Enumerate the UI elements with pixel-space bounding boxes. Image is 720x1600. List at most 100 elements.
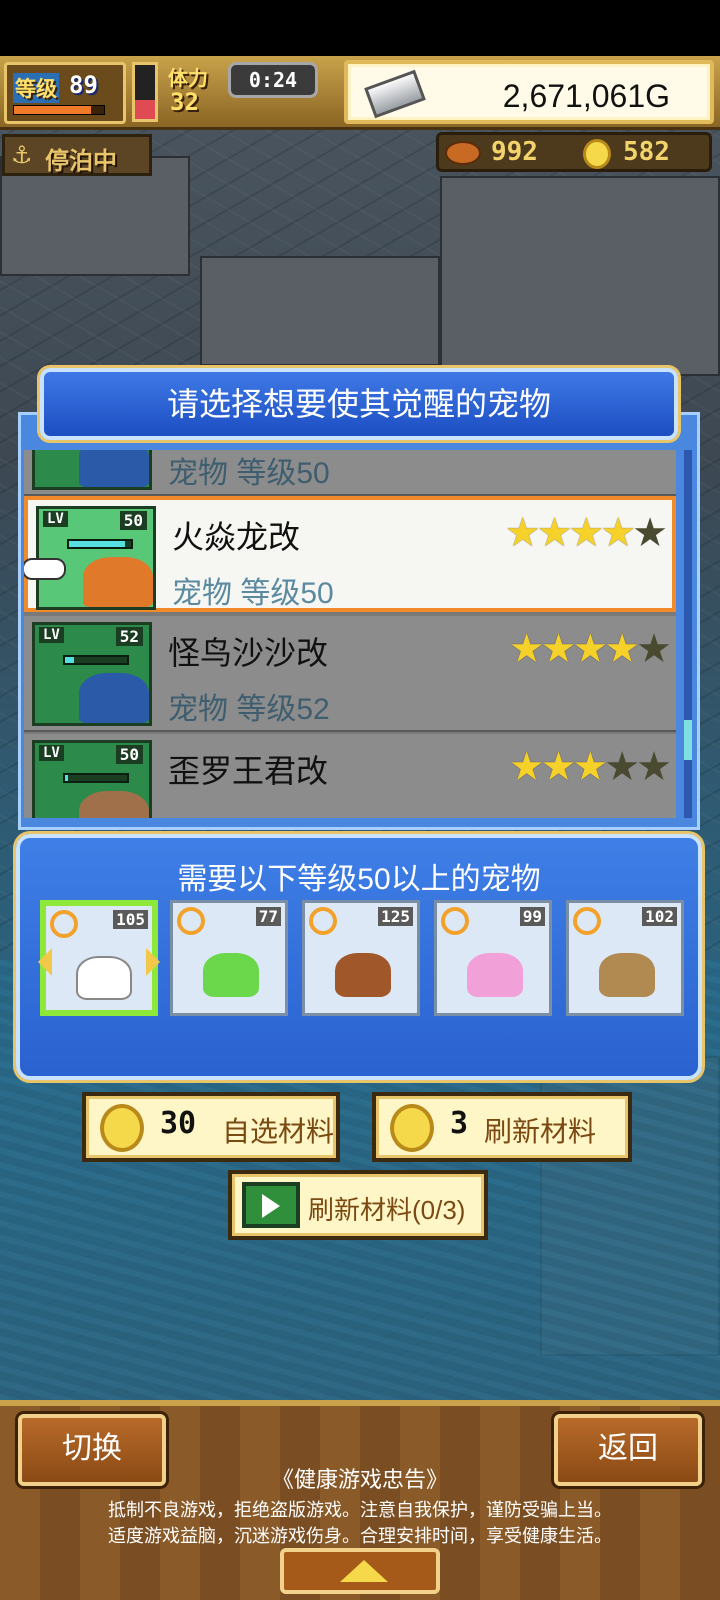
material-number: 102 — [642, 907, 677, 926]
material-slot[interactable]: 102 — [566, 900, 684, 1016]
pet-hp-bar — [67, 539, 133, 549]
resource-bar: 992 582 — [436, 132, 712, 172]
pet-stars: ★★★★★ — [504, 510, 668, 556]
pet-name: 怪鸟沙沙改 — [168, 635, 329, 671]
silver-bar-icon — [364, 69, 426, 119]
pet-subtitle: 宠物 等级50 — [168, 457, 330, 490]
refresh-label: 刷新材料 — [484, 1116, 597, 1147]
pet-art — [79, 791, 149, 818]
pet-row-selected[interactable]: LV 50 火焱龙改 宠物 等级50 ★★★★★ — [24, 496, 676, 612]
list-scrollbar[interactable] — [684, 450, 692, 818]
material-pet-art — [335, 953, 391, 997]
star-filled-icon: ★ — [572, 626, 608, 672]
arrow-right-icon — [146, 948, 160, 976]
pet-name: 火焱龙改 — [172, 519, 301, 555]
pet-level: 52 — [115, 627, 143, 646]
pet-list[interactable]: 宠物 等级50 LV 50 火焱龙改 宠物 等级50 ★★★★★ LV 52 怪… — [24, 450, 676, 818]
choose-label: 自选材料 — [222, 1116, 335, 1147]
pet-thumbnail: LV 52 — [32, 622, 152, 726]
pet-stars: ★★★★★ — [508, 626, 672, 672]
lv-tag: LV — [39, 745, 64, 761]
material-slot[interactable]: 99 — [434, 900, 552, 1016]
pet-row[interactable]: LV 52 怪鸟沙沙改 宠物 等级52 ★★★★★ — [24, 616, 676, 732]
star-filled-icon: ★ — [604, 626, 640, 672]
pet-name: 歪罗王君改 — [168, 753, 329, 789]
pet-row[interactable]: 宠物 等级50 — [24, 450, 676, 496]
star-empty-icon: ★ — [636, 626, 672, 672]
star-filled-icon: ★ — [504, 510, 541, 556]
pet-hp-fill — [65, 657, 75, 663]
status-bar — [0, 0, 720, 56]
money-box[interactable]: 2,671,061G — [344, 60, 714, 124]
pet-subtitle: 宠物 等级52 — [168, 693, 330, 726]
material-slot[interactable]: 77 — [170, 900, 288, 1016]
pet-hp-fill — [69, 541, 125, 547]
coin-ring-icon — [573, 907, 601, 935]
star-filled-icon: ★ — [508, 626, 545, 672]
coin-value: 582 — [623, 137, 670, 167]
coin-ring-icon — [177, 907, 205, 935]
video-refresh-button[interactable]: 刷新材料(0/3) — [228, 1170, 488, 1240]
refresh-material-button[interactable]: 3 刷新材料 — [372, 1092, 632, 1162]
material-slot[interactable]: 125 — [302, 900, 420, 1016]
coin-ring-icon — [441, 907, 469, 935]
pet-stars: ★★★★★ — [509, 744, 672, 790]
requirement-title: 需要以下等级50以上的宠物 — [177, 863, 541, 896]
castle-wall — [200, 256, 440, 366]
coin-ring-icon — [50, 910, 78, 938]
material-pet-art — [203, 953, 259, 997]
star-filled-icon: ★ — [572, 744, 608, 790]
level-box: 等级 89 — [4, 62, 126, 124]
pet-hp-bar — [63, 655, 129, 665]
star-filled-icon: ★ — [536, 510, 573, 556]
dock-status-badge[interactable]: ⚓ 停泊中 — [2, 134, 152, 176]
pet-level: 50 — [119, 511, 147, 530]
meat-value: 992 — [491, 137, 538, 167]
material-pet-art — [467, 953, 523, 997]
money-value: 2,671,061G — [502, 78, 670, 114]
coin-icon — [100, 1104, 144, 1152]
health-advice-line: 适度游戏益脑，沉迷游戏伤身。合理安排时间，享受健康生活。 — [108, 1526, 612, 1546]
requirement-panel: 需要以下等级50以上的宠物 105 77 125 99 102 — [16, 834, 702, 1080]
pointing-hand-icon — [24, 558, 66, 580]
lv-tag: LV — [43, 511, 68, 527]
star-filled-icon: ★ — [568, 510, 604, 556]
video-play-icon — [242, 1182, 300, 1228]
level-label: 等级 — [13, 73, 59, 103]
pet-art — [83, 557, 153, 607]
stamina-timer: 0:24 — [228, 62, 318, 98]
scroll-thumb[interactable] — [684, 720, 692, 760]
exp-fill — [14, 106, 91, 114]
pet-row[interactable]: LV 50 歪罗王君改 ★★★★★ — [24, 734, 676, 818]
star-filled-icon: ★ — [600, 510, 636, 556]
video-refresh-label: 刷新材料(0/3) — [308, 1195, 466, 1225]
health-advice-title: 《健康游戏忠告》 — [271, 1467, 448, 1492]
choose-cost: 30 — [160, 1106, 197, 1141]
material-slot[interactable]: 105 — [38, 900, 160, 1016]
material-number: 125 — [378, 907, 413, 926]
star-empty-icon: ★ — [636, 744, 672, 790]
material-number: 105 — [113, 910, 148, 929]
star-filled-icon: ★ — [540, 626, 577, 672]
dialog-title: 请选择想要使其觉醒的宠物 — [40, 368, 678, 440]
star-empty-icon: ★ — [632, 510, 668, 556]
arrow-left-icon — [38, 948, 52, 976]
level-value: 89 — [69, 71, 98, 99]
pet-level: 50 — [115, 745, 143, 764]
pet-hp-fill — [65, 775, 69, 781]
material-number: 99 — [519, 907, 545, 926]
star-filled-icon: ★ — [540, 744, 577, 790]
star-empty-icon: ★ — [604, 744, 640, 790]
dock-status-text: 停泊中 — [45, 147, 117, 175]
exp-bar — [13, 105, 105, 115]
pet-art — [79, 450, 149, 487]
pet-art — [79, 673, 149, 723]
pet-thumbnail — [32, 450, 152, 490]
anchor-icon: ⚓ — [11, 141, 33, 169]
expand-up-button[interactable] — [280, 1548, 440, 1594]
material-number: 77 — [255, 907, 281, 926]
coin-icon — [583, 139, 611, 169]
coin-ring-icon — [309, 907, 337, 935]
castle-wall — [440, 176, 720, 376]
choose-material-button[interactable]: 30 自选材料 — [82, 1092, 340, 1162]
